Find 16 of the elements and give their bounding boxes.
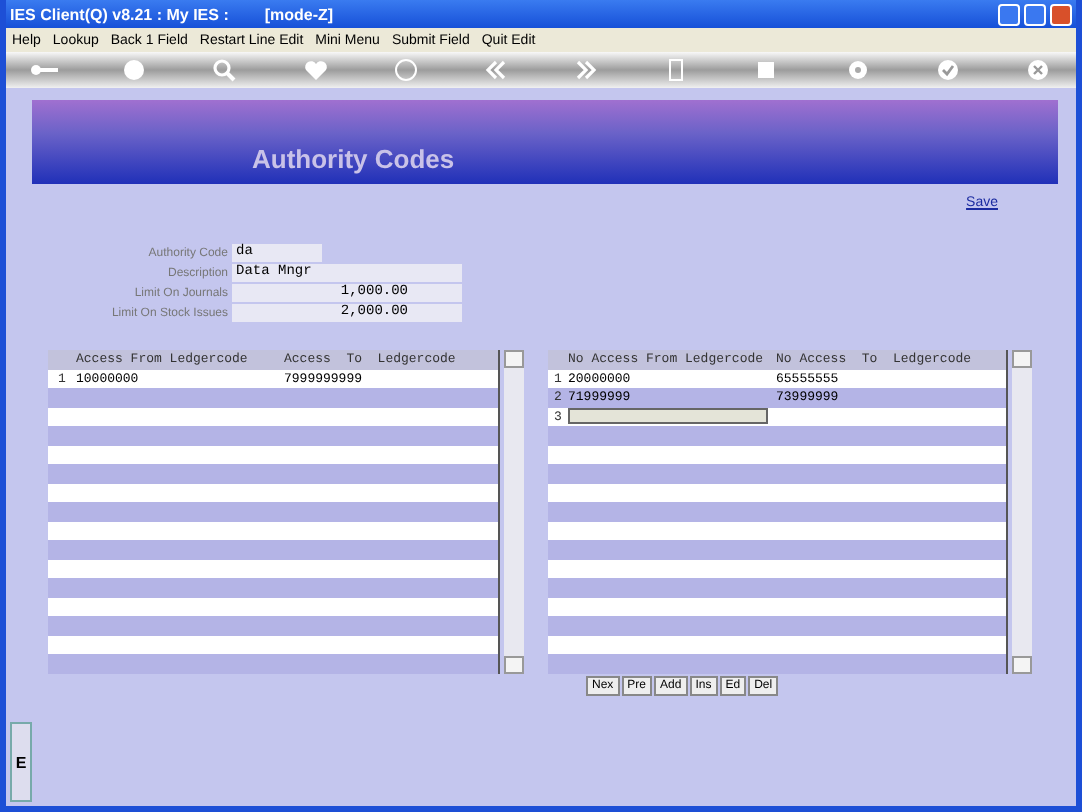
cell-input-field[interactable] <box>568 408 768 425</box>
maximize-button[interactable] <box>1024 3 1046 25</box>
close-icon[interactable] <box>1023 58 1052 82</box>
minimize-button[interactable] <box>998 3 1020 25</box>
close-button[interactable] <box>1050 3 1072 25</box>
heart-icon[interactable] <box>301 58 330 82</box>
search-icon[interactable] <box>210 58 239 82</box>
mode-label: [mode-Z] <box>264 5 334 23</box>
check-icon[interactable] <box>933 58 962 82</box>
double-chevron-right-icon[interactable] <box>572 58 601 82</box>
side-tab[interactable]: E <box>10 722 32 802</box>
scrollbar[interactable] <box>1012 350 1032 673</box>
window-title: IES Client(Q) v8.21 : My IES : <box>10 5 229 23</box>
page-title: Authority Codes <box>252 144 455 174</box>
double-chevron-left-icon[interactable] <box>481 58 510 82</box>
scrollbar[interactable] <box>504 350 524 673</box>
